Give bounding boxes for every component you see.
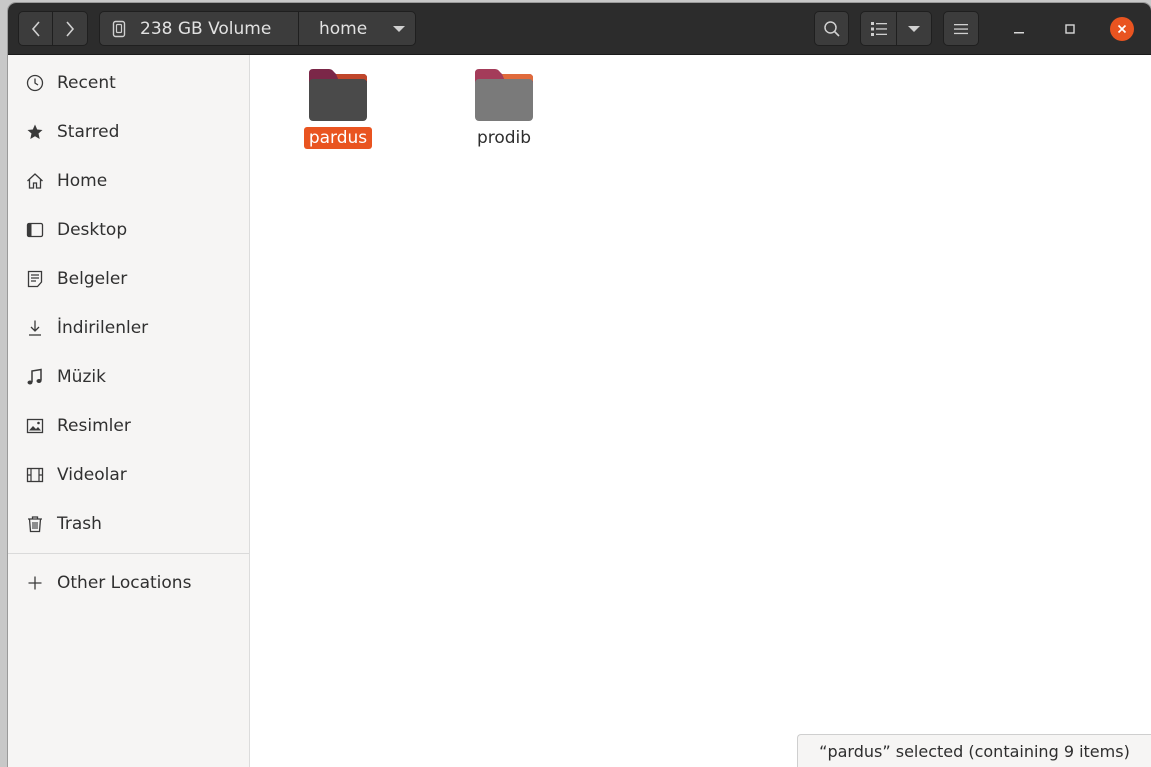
chevron-left-icon: [31, 20, 40, 37]
folder-icon: [475, 69, 533, 121]
view-toggle-button[interactable]: [860, 11, 897, 46]
sidebar-item-label: Trash: [57, 514, 102, 534]
sidebar-item-label: Other Locations: [57, 573, 192, 593]
home-icon: [25, 171, 45, 191]
desktop-icon: [25, 220, 45, 240]
close-icon: [1117, 24, 1127, 34]
sidebar-item-videolar[interactable]: Videolar: [8, 455, 249, 495]
main-menu-button[interactable]: [943, 11, 979, 46]
path-home-label: home: [319, 18, 368, 39]
maximize-button[interactable]: [1058, 17, 1082, 41]
folder-name: prodib: [476, 128, 532, 148]
sidebar-item-label: Desktop: [57, 220, 128, 240]
sidebar-item-label: Videolar: [57, 465, 127, 485]
maximize-icon: [1065, 24, 1075, 34]
minimize-button[interactable]: [1007, 17, 1031, 41]
header-bar: 238 GB Volume home: [8, 3, 1151, 55]
image-icon: [25, 416, 45, 436]
sidebar-item-label: Recent: [57, 73, 116, 93]
chevron-down-icon: [393, 25, 406, 32]
file-view[interactable]: pardus prodib “pardus” selected (contain…: [251, 55, 1151, 767]
forward-button[interactable]: [52, 11, 88, 46]
sidebar-item-label: Müzik: [57, 367, 106, 387]
sidebar-item-trash[interactable]: Trash: [8, 504, 249, 544]
sidebar-item-label: Home: [57, 171, 108, 191]
status-text: “pardus” selected (containing 9 items): [819, 741, 1130, 761]
hamburger-menu-icon: [954, 23, 968, 34]
sidebar-divider: [8, 553, 249, 554]
folder-icon: [309, 69, 367, 121]
sidebar-item-label: İndirilenler: [57, 318, 149, 338]
sidebar-item-label: Belgeler: [57, 269, 128, 289]
sidebar-item-muzik[interactable]: Müzik: [8, 357, 249, 397]
video-icon: [25, 465, 45, 485]
path-volume-label: 238 GB Volume: [140, 18, 272, 39]
back-button[interactable]: [18, 11, 53, 46]
document-icon: [25, 269, 45, 289]
sidebar-item-label: Resimler: [57, 416, 131, 436]
chevron-right-icon: [66, 20, 75, 37]
drive-icon: [112, 20, 126, 37]
sidebar-item-home[interactable]: Home: [8, 161, 249, 201]
list-view-icon: [870, 21, 887, 36]
sidebar-item-label: Starred: [57, 122, 120, 142]
download-icon: [25, 318, 45, 338]
folder-item[interactable]: prodib: [449, 67, 559, 149]
search-icon: [823, 20, 840, 37]
search-button[interactable]: [814, 11, 849, 46]
star-icon: [25, 122, 45, 142]
music-icon: [25, 367, 45, 387]
sidebar-item-other-locations[interactable]: Other Locations: [8, 563, 249, 603]
sidebar-item-starred[interactable]: Starred: [8, 112, 249, 152]
chevron-down-icon: [908, 25, 920, 32]
sidebar-item-indirilenler[interactable]: İndirilenler: [8, 308, 249, 348]
sidebar: Recent Starred Home Desktop Belgeler İnd…: [8, 55, 250, 767]
sidebar-item-resimler[interactable]: Resimler: [8, 406, 249, 446]
trash-icon: [25, 514, 45, 534]
path-button-home[interactable]: home: [298, 11, 416, 46]
view-options-button[interactable]: [896, 11, 932, 46]
clock-icon: [25, 73, 45, 93]
sidebar-item-desktop[interactable]: Desktop: [8, 210, 249, 250]
folder-item[interactable]: pardus: [283, 67, 393, 149]
path-button-volume[interactable]: 238 GB Volume: [99, 11, 299, 46]
minimize-icon: [1014, 32, 1024, 34]
file-manager-window: 238 GB Volume home Recent Starred Home D…: [8, 3, 1151, 767]
folder-name: pardus: [303, 127, 373, 149]
status-overlay: “pardus” selected (containing 9 items): [797, 734, 1151, 767]
sidebar-item-belgeler[interactable]: Belgeler: [8, 259, 249, 299]
sidebar-item-recent[interactable]: Recent: [8, 63, 249, 103]
close-button[interactable]: [1110, 17, 1134, 41]
plus-icon: [25, 573, 45, 593]
